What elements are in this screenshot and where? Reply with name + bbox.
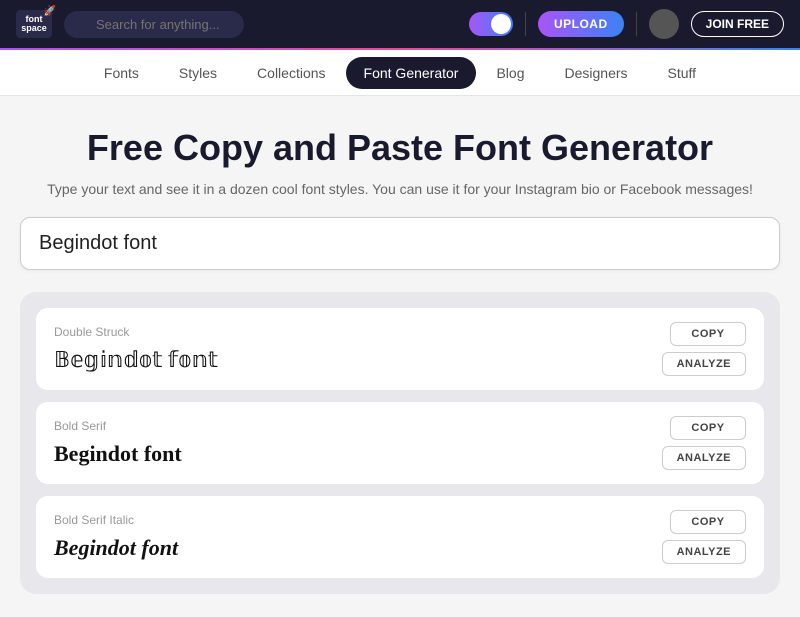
logo[interactable]: fontspace 🚀: [16, 10, 52, 38]
font-card-left-3: Bold Serif Italic Begindot font: [54, 513, 178, 561]
search-wrapper: 🔍: [64, 11, 244, 38]
main-nav: Fonts Styles Collections Font Generator …: [0, 50, 800, 96]
font-text-input[interactable]: [39, 232, 761, 255]
font-cards-container: Double Struck 𝔹𝕖𝕘𝕚𝕟𝕕𝕠𝕥 𝕗𝕠𝕟𝕥 COPY ANALYZE…: [20, 292, 780, 594]
font-card-left-2: Bold Serif Begindot font: [54, 419, 182, 467]
font-preview-3: Begindot font: [54, 535, 178, 561]
logo-rocket-icon: 🚀: [44, 6, 56, 17]
analyze-button-2[interactable]: ANALYZE: [662, 446, 746, 470]
avatar[interactable]: [649, 9, 679, 39]
copy-button-1[interactable]: COPY: [670, 322, 746, 346]
nav-item-stuff[interactable]: Stuff: [648, 53, 717, 93]
header-divider: [525, 12, 526, 36]
font-card-double-struck: Double Struck 𝔹𝕖𝕘𝕚𝕟𝕕𝕠𝕥 𝕗𝕠𝕟𝕥 COPY ANALYZE: [36, 308, 764, 390]
logo-text: fontspace: [21, 15, 47, 33]
font-style-label-1: Double Struck: [54, 325, 218, 339]
main-content: Free Copy and Paste Font Generator Type …: [0, 96, 800, 614]
theme-toggle[interactable]: [469, 12, 513, 36]
page-subtitle: Type your text and see it in a dozen coo…: [20, 181, 780, 197]
page-title: Free Copy and Paste Font Generator: [20, 126, 780, 169]
copy-button-2[interactable]: COPY: [670, 416, 746, 440]
font-card-buttons-1: COPY ANALYZE: [662, 322, 746, 376]
upload-button[interactable]: UPLOAD: [538, 11, 624, 37]
text-input-wrapper: [20, 217, 780, 270]
header-divider-2: [636, 12, 637, 36]
nav-item-fonts[interactable]: Fonts: [84, 53, 159, 93]
join-free-button[interactable]: JOIN FREE: [691, 11, 784, 37]
nav-item-collections[interactable]: Collections: [237, 53, 345, 93]
logo-box: fontspace 🚀: [16, 10, 52, 38]
font-card-bold-serif-italic: Bold Serif Italic Begindot font COPY ANA…: [36, 496, 764, 578]
analyze-button-1[interactable]: ANALYZE: [662, 352, 746, 376]
header: fontspace 🚀 🔍 UPLOAD JOIN FREE: [0, 0, 800, 50]
font-preview-2: Begindot font: [54, 441, 182, 467]
font-card-bold-serif: Bold Serif Begindot font COPY ANALYZE: [36, 402, 764, 484]
copy-button-3[interactable]: COPY: [670, 510, 746, 534]
font-style-label-2: Bold Serif: [54, 419, 182, 433]
font-style-label-3: Bold Serif Italic: [54, 513, 178, 527]
nav-item-blog[interactable]: Blog: [476, 53, 544, 93]
search-input[interactable]: [64, 11, 244, 38]
font-card-buttons-3: COPY ANALYZE: [662, 510, 746, 564]
font-card-buttons-2: COPY ANALYZE: [662, 416, 746, 470]
font-preview-1: 𝔹𝕖𝕘𝕚𝕟𝕕𝕠𝕥 𝕗𝕠𝕟𝕥: [54, 347, 218, 373]
nav-item-styles[interactable]: Styles: [159, 53, 237, 93]
nav-item-font-generator[interactable]: Font Generator: [346, 57, 477, 89]
font-card-left: Double Struck 𝔹𝕖𝕘𝕚𝕟𝕕𝕠𝕥 𝕗𝕠𝕟𝕥: [54, 325, 218, 373]
analyze-button-3[interactable]: ANALYZE: [662, 540, 746, 564]
nav-item-designers[interactable]: Designers: [545, 53, 648, 93]
toggle-knob: [491, 14, 511, 34]
